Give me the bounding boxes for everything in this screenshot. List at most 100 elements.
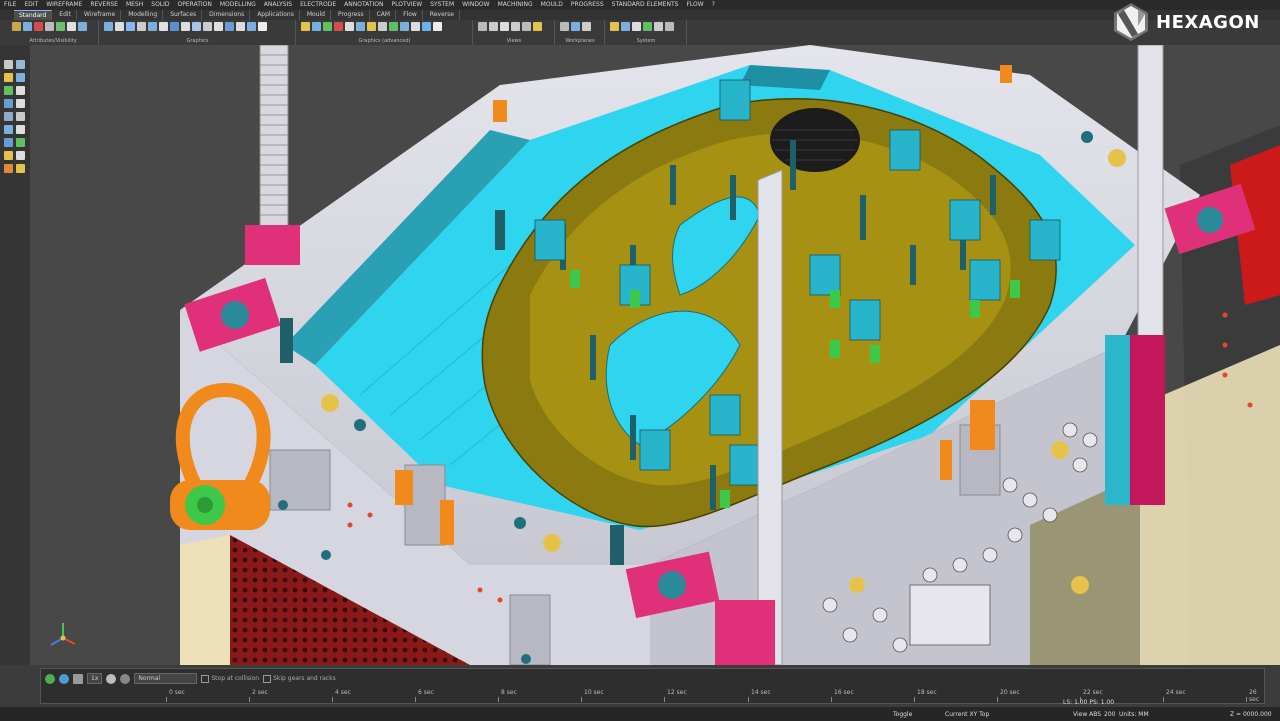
ribbon-tab[interactable]: Applications <box>252 10 300 20</box>
hexagon-logo-text: HEXAGON <box>1156 11 1260 33</box>
axis-triad-icon <box>50 623 76 646</box>
snap-tool-icon[interactable] <box>16 164 25 173</box>
views-icons[interactable] <box>478 22 542 31</box>
ribbon-group-label: Workplanes <box>565 38 595 44</box>
menu-item[interactable]: ANNOTATION <box>344 0 383 10</box>
timeline-tick-label: 2 sec <box>252 689 268 696</box>
current-plane-status: Current XY Top <box>945 711 990 718</box>
circle-tool-icon[interactable] <box>4 86 13 95</box>
ribbon-tab-bar: Standard Edit Wireframe Modelling Surfaces Di… <box>0 9 1280 21</box>
timeline-tick-label: 20 sec <box>1000 689 1020 696</box>
menu-item[interactable]: FLOW <box>686 0 703 10</box>
menu-item[interactable]: STANDARD ELEMENTS <box>612 0 679 10</box>
filter-tool-icon[interactable] <box>16 125 25 134</box>
ribbon-group-system: System <box>606 20 687 45</box>
menu-item[interactable]: WINDOW <box>462 0 489 10</box>
timeline-tick <box>997 697 998 702</box>
menu-item[interactable]: MESH <box>126 0 143 10</box>
units-status: Units: MM <box>1119 711 1149 718</box>
menu-item[interactable]: WIREFRAME <box>46 0 82 10</box>
ribbon-tab[interactable]: Surfaces <box>165 10 203 20</box>
graphics-advanced-icons[interactable] <box>301 22 442 31</box>
ribbon-tab[interactable]: Flow <box>398 10 423 20</box>
measure-tool-icon[interactable] <box>4 99 13 108</box>
ribbon-group-label: System <box>636 38 656 44</box>
mirror-tool-icon[interactable] <box>4 112 13 121</box>
coordinate-status: Z = 0000.000 <box>1230 711 1272 718</box>
speed-select[interactable]: 1x <box>87 673 103 684</box>
menu-item[interactable]: ELECTRODE <box>300 0 336 10</box>
menu-item[interactable]: ? <box>712 0 715 10</box>
pan-tool-icon[interactable] <box>16 60 25 69</box>
menu-item[interactable]: FILE <box>4 0 16 10</box>
point-tool-icon[interactable] <box>4 73 13 82</box>
ribbon-tab[interactable]: Dimensions <box>204 10 251 20</box>
play-icon[interactable] <box>45 673 55 684</box>
view-value: 200 <box>1104 711 1116 718</box>
menu-item[interactable]: OPERATION <box>178 0 212 10</box>
timeline-tick-label: 12 sec <box>667 689 687 696</box>
hexagon-logo: HEXAGON <box>1112 2 1260 42</box>
ribbon-tab[interactable]: Edit <box>54 10 77 20</box>
menu-item[interactable]: SYSTEM <box>430 0 454 10</box>
timeline-tick <box>166 697 167 702</box>
system-icons[interactable] <box>610 22 674 31</box>
mould-3d-model <box>30 45 1280 665</box>
guide-rail-left <box>259 45 289 236</box>
record-icon[interactable] <box>59 673 69 684</box>
timeline-tick <box>498 697 499 702</box>
line-tool-icon[interactable] <box>16 73 25 82</box>
graphics-viewport[interactable] <box>30 45 1280 665</box>
ribbon-tab[interactable]: CAM <box>372 10 397 20</box>
stop-at-collision-checkbox[interactable]: Stop at collision <box>201 674 259 683</box>
menu-item[interactable]: ANALYSIS <box>264 0 292 10</box>
copy-tool-icon[interactable] <box>16 112 25 121</box>
loop-icon[interactable] <box>106 673 117 684</box>
ribbon-group-workplanes: Workplanes <box>556 20 605 45</box>
settings-icon[interactable] <box>120 673 131 684</box>
select-tool-icon[interactable] <box>4 60 13 69</box>
timeline-tick-label: 18 sec <box>917 689 937 696</box>
attributes-icons[interactable] <box>12 22 87 31</box>
arc-tool-icon[interactable] <box>16 86 25 95</box>
mode-select[interactable]: Normal <box>134 673 198 684</box>
menu-item[interactable]: MOULD <box>541 0 563 10</box>
menu-item[interactable]: SOLID <box>151 0 169 10</box>
redo-tool-icon[interactable] <box>16 138 25 147</box>
toggle-status[interactable]: Toggle <box>893 711 912 718</box>
query-tool-icon[interactable] <box>4 125 13 134</box>
ribbon-tab[interactable]: Standard <box>14 9 53 21</box>
ribbon-tab[interactable]: Wireframe <box>79 10 122 20</box>
skip-gears-checkbox[interactable]: Skip gears and racks <box>263 674 336 683</box>
timeline-tick <box>581 697 582 702</box>
ribbon-toolbar: Attributes/Visibility Graphics Graphics … <box>0 20 1280 55</box>
stop-icon[interactable] <box>73 673 83 684</box>
menu-item[interactable]: PLOTVIEW <box>391 0 422 10</box>
timeline-tick <box>914 697 915 702</box>
ribbon-tab[interactable]: Mould <box>302 10 331 20</box>
hand-tool-icon[interactable] <box>4 164 13 173</box>
graphics-icons[interactable] <box>104 22 267 31</box>
ribbon-group-label: Graphics <box>186 38 209 44</box>
help-tool-icon[interactable] <box>4 151 13 160</box>
timeline-tick-label: 14 sec <box>751 689 771 696</box>
hexagon-logo-icon <box>1114 3 1148 41</box>
undo-tool-icon[interactable] <box>4 138 13 147</box>
menu-item[interactable]: EDIT <box>24 0 38 10</box>
menu-item[interactable]: MACHINING <box>498 0 533 10</box>
menu-item[interactable]: REVERSE <box>90 0 118 10</box>
left-toolbar <box>0 45 31 665</box>
ribbon-tab[interactable]: Progress <box>333 10 370 20</box>
ribbon-tab[interactable]: Modelling <box>123 10 164 20</box>
timeline-tick <box>831 697 832 702</box>
view-status: View ABS <box>1073 711 1102 718</box>
layer-tool-icon[interactable] <box>16 151 25 160</box>
rotate-tool-icon[interactable] <box>16 99 25 108</box>
timeline-tick-label: 26 sec <box>1249 689 1260 703</box>
ribbon-tab[interactable]: Reverse <box>425 10 460 20</box>
menu-item[interactable]: PROGRESS <box>571 0 604 10</box>
timeline-tick-label: 8 sec <box>501 689 517 696</box>
menu-item[interactable]: MODELLING <box>220 0 256 10</box>
ribbon-group-graphics: Graphics <box>100 20 296 45</box>
workplanes-icons[interactable] <box>560 22 591 31</box>
